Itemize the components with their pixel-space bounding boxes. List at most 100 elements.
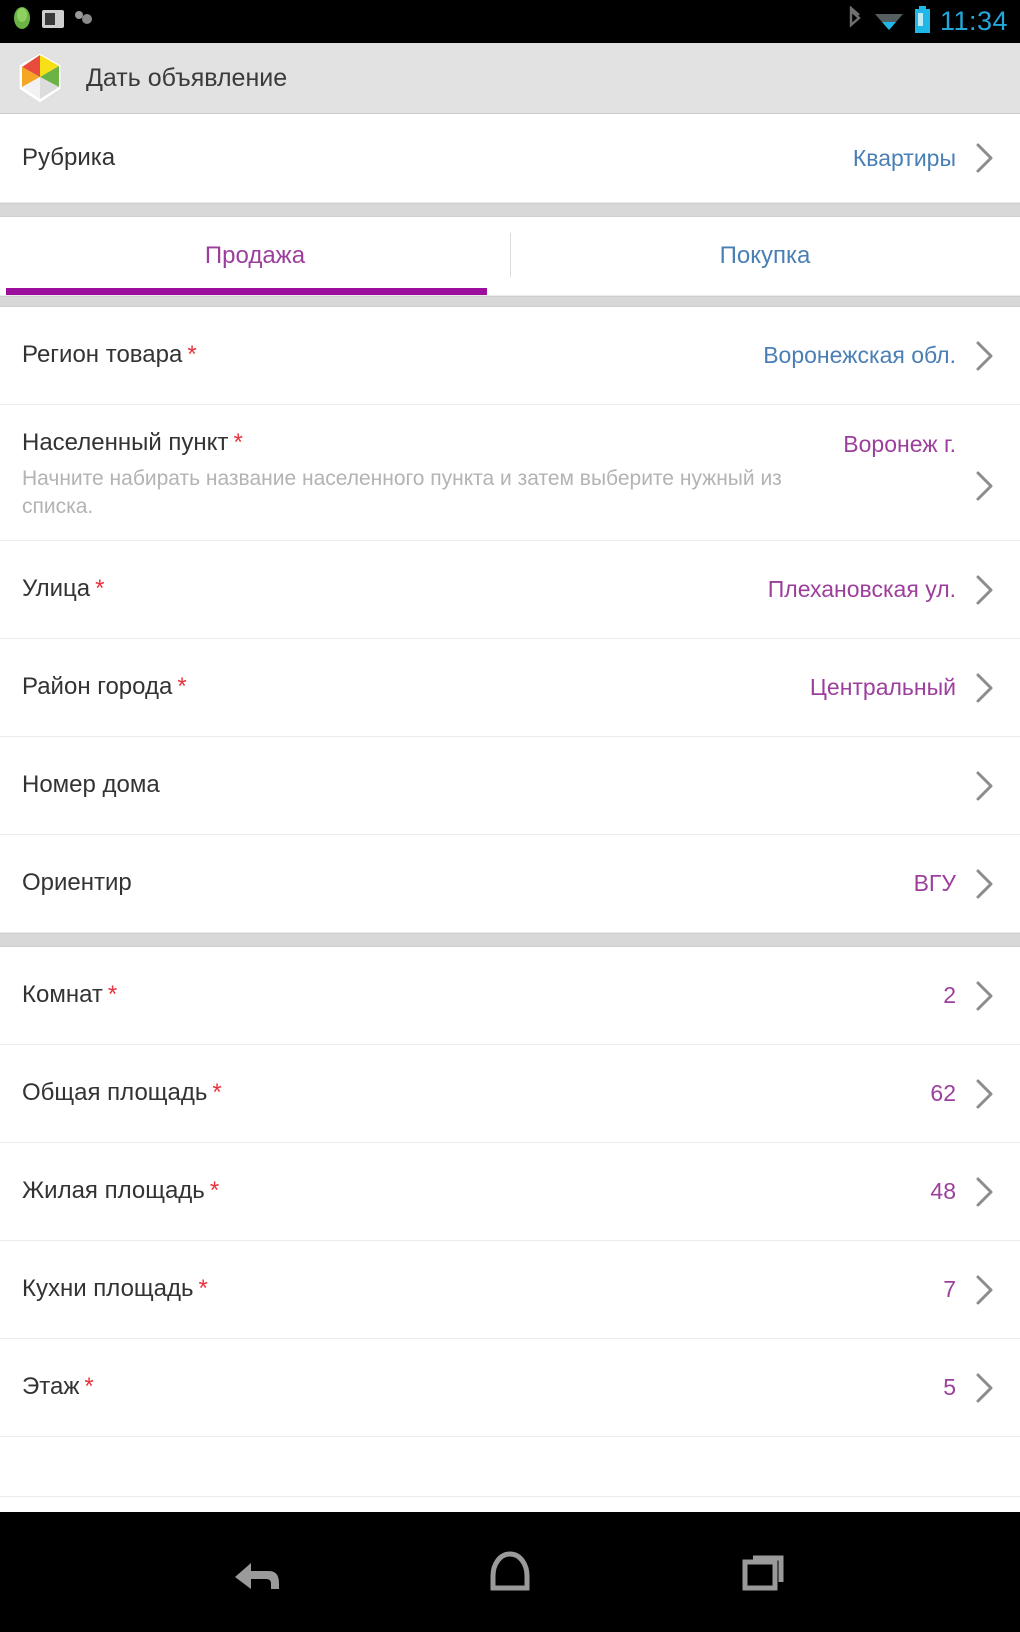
- back-icon[interactable]: [218, 1542, 294, 1602]
- row-city-district-main: Район города *: [22, 673, 810, 702]
- apps-icon: [72, 8, 94, 35]
- row-settlement-label-text: Населенный пункт: [22, 429, 229, 456]
- row-landmark-main: Ориентир: [22, 869, 914, 898]
- row-region-value: Воронежская обл.: [763, 342, 956, 368]
- row-rooms-value: 2: [943, 982, 956, 1009]
- section-separator-1: [0, 203, 1020, 217]
- row-kitchen-area-value: 7: [943, 1276, 956, 1303]
- form-scroll-area[interactable]: Рубрика Квартиры Продажа Покупка Регион …: [0, 114, 1020, 1512]
- row-rooms[interactable]: Комнат * 2: [0, 947, 1020, 1046]
- row-living-area-value: 48: [930, 1178, 956, 1205]
- tab-active-indicator: [6, 288, 487, 295]
- chevron-right-icon: [972, 574, 998, 606]
- app-bar: Дать объявление: [0, 43, 1020, 114]
- row-landmark-value: ВГУ: [913, 870, 956, 897]
- row-region[interactable]: Регион товара * Воронежская обл.: [0, 307, 1020, 405]
- app-bar-title: Дать объявление: [86, 63, 288, 92]
- row-floor[interactable]: Этаж * 5: [0, 1339, 1020, 1438]
- row-city-district-label-text: Район города: [22, 673, 173, 701]
- required-marker: *: [84, 1373, 94, 1401]
- row-street-label-text: Улица: [22, 575, 91, 603]
- row-settlement-label: Населенный пункт *: [22, 429, 829, 458]
- chevron-right-icon: [972, 770, 998, 802]
- app-logo-icon[interactable]: [14, 51, 66, 105]
- battery-icon: [914, 5, 931, 38]
- row-settlement[interactable]: Населенный пункт * Начните набирать назва…: [0, 405, 1020, 542]
- row-living-area[interactable]: Жилая площадь * 48: [0, 1143, 1020, 1242]
- tab-sale-label: Продажа: [204, 242, 306, 269]
- row-house-number-label: Номер дома: [22, 771, 942, 800]
- row-category[interactable]: Рубрика Квартиры: [0, 114, 1020, 203]
- android-icon: [10, 6, 34, 37]
- tab-purchase-label: Покупка: [719, 242, 811, 269]
- tab-sale[interactable]: Продажа: [0, 217, 510, 295]
- row-settlement-hint: Начните набирать название населенного пу…: [22, 466, 782, 518]
- row-region-label: Регион товара *: [22, 341, 749, 370]
- row-street-label: Улица *: [22, 575, 754, 604]
- required-marker: *: [107, 981, 118, 1009]
- required-marker: *: [233, 429, 243, 456]
- row-floor-value: 5: [943, 1374, 956, 1401]
- recents-icon[interactable]: [726, 1542, 802, 1602]
- row-partial-next[interactable]: [0, 1437, 1020, 1498]
- row-house-number[interactable]: Номер дома: [0, 737, 1020, 836]
- row-kitchen-area[interactable]: Кухни площадь * 7: [0, 1241, 1020, 1340]
- row-settlement-value: Воронеж г.: [843, 431, 956, 457]
- row-kitchen-area-label: Кухни площадь *: [22, 1275, 929, 1304]
- section-separator-3: [0, 933, 1020, 948]
- android-navigation-bar[interactable]: [0, 1512, 1020, 1632]
- required-marker: *: [212, 1079, 222, 1107]
- row-landmark-label-text: Ориентир: [22, 869, 132, 897]
- required-marker: *: [95, 575, 105, 603]
- row-house-number-main: Номер дома: [22, 771, 956, 800]
- row-city-district-value: Центральный: [809, 674, 956, 701]
- row-total-area-label-text: Общая площадь: [22, 1079, 208, 1107]
- section-separator-2: [0, 296, 1020, 307]
- row-street-main: Улица *: [22, 575, 768, 604]
- row-total-area-label: Общая площадь *: [22, 1079, 916, 1108]
- row-floor-label: Этаж *: [22, 1373, 929, 1402]
- row-city-district[interactable]: Район города * Центральный: [0, 639, 1020, 738]
- row-floor-main: Этаж *: [22, 1373, 943, 1402]
- bluetooth-icon: [846, 5, 864, 37]
- chevron-right-icon: [972, 868, 998, 900]
- row-street[interactable]: Улица * Плехановская ул.: [0, 541, 1020, 640]
- row-rooms-main: Комнат *: [22, 981, 943, 1010]
- chevron-right-icon: [972, 142, 998, 174]
- row-category-main: Рубрика: [22, 144, 853, 173]
- wifi-icon: [873, 6, 905, 37]
- required-marker: *: [209, 1177, 220, 1205]
- row-total-area-main: Общая площадь *: [22, 1079, 930, 1108]
- row-rooms-label-text: Комнат: [22, 981, 103, 1009]
- row-landmark-label: Ориентир: [22, 869, 900, 898]
- status-bar: 11:34: [0, 0, 1020, 43]
- row-living-area-label-text: Жилая площадь: [22, 1177, 205, 1205]
- chevron-right-icon: [972, 470, 998, 502]
- row-region-label-text: Регион товара: [22, 341, 183, 369]
- row-total-area[interactable]: Общая площадь * 62: [0, 1045, 1020, 1144]
- row-total-area-value: 62: [930, 1080, 956, 1107]
- status-bar-system-icons: 11:34: [846, 0, 1008, 43]
- home-icon[interactable]: [472, 1542, 548, 1602]
- status-bar-clock: 11:34: [939, 6, 1008, 36]
- row-floor-label-text: Этаж: [22, 1373, 80, 1401]
- row-landmark[interactable]: Ориентир ВГУ: [0, 835, 1020, 934]
- required-marker: *: [187, 341, 197, 369]
- required-marker: *: [177, 673, 187, 701]
- chevron-right-icon: [972, 1274, 998, 1306]
- chevron-right-icon: [972, 1176, 998, 1208]
- chevron-right-icon: [972, 980, 998, 1012]
- row-category-label: Рубрика: [22, 143, 116, 171]
- tab-purchase[interactable]: Покупка: [510, 217, 1020, 295]
- chevron-right-icon: [972, 1372, 998, 1404]
- chevron-right-icon: [972, 1078, 998, 1110]
- row-living-area-main: Жилая площадь *: [22, 1177, 930, 1206]
- row-street-value: Плехановская ул.: [767, 576, 956, 603]
- row-house-number-label-text: Номер дома: [22, 771, 160, 799]
- screenshot-icon: [41, 7, 65, 36]
- row-category-value: Квартиры: [852, 144, 956, 171]
- deal-type-tabs[interactable]: Продажа Покупка: [0, 217, 1020, 296]
- chevron-right-icon: [972, 340, 998, 372]
- row-kitchen-area-main: Кухни площадь *: [22, 1275, 943, 1304]
- row-living-area-label: Жилая площадь *: [22, 1177, 916, 1206]
